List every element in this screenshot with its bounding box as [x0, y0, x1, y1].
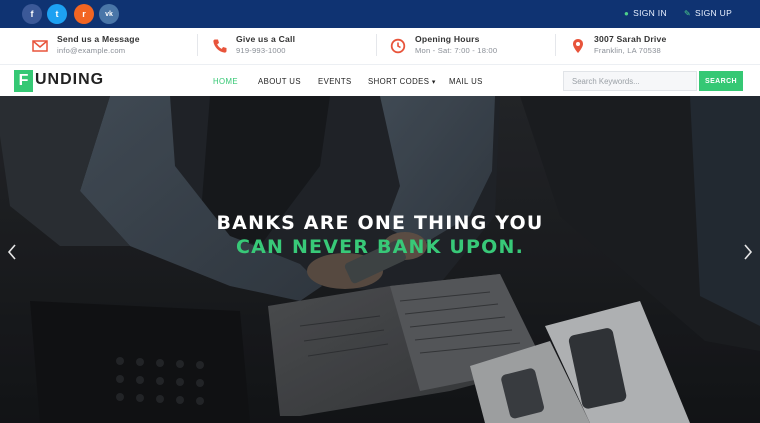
map-pin-icon	[573, 39, 583, 53]
sign-in-link[interactable]: ● SIGN IN	[624, 8, 667, 18]
phone-icon	[213, 39, 227, 53]
info-title: Opening Hours	[415, 34, 480, 44]
rss-icon[interactable]: r	[74, 4, 94, 24]
main-navbar: F UNDING HOME ABOUT US EVENTS SHORT CODE…	[0, 66, 760, 96]
info-subtitle: 919-993-1000	[236, 46, 286, 55]
info-title: 3007 Sarah Drive	[594, 34, 667, 44]
top-bar: f t r vk ● SIGN IN ✎ SIGN UP	[0, 0, 760, 28]
divider	[555, 34, 556, 56]
sign-up-link[interactable]: ✎ SIGN UP	[684, 8, 732, 18]
hero-title-line-2: CAN NEVER BANK UPON.	[235, 236, 525, 258]
user-icon: ●	[624, 8, 630, 18]
divider	[376, 34, 377, 56]
nav-mail-us[interactable]: MAIL US	[449, 77, 483, 86]
sign-up-label: SIGN UP	[695, 8, 733, 18]
facebook-icon[interactable]: f	[22, 4, 42, 24]
nav-events[interactable]: EVENTS	[318, 77, 352, 86]
sign-in-label: SIGN IN	[633, 8, 667, 18]
nav-about-us[interactable]: ABOUT US	[258, 77, 301, 86]
hero-title-line-1: BANKS ARE ONE THING YOU	[216, 212, 544, 234]
divider	[197, 34, 198, 56]
hero-background-image	[0, 96, 760, 423]
info-title: Send us a Message	[57, 34, 140, 44]
clock-icon	[390, 38, 406, 54]
info-title: Give us a Call	[236, 34, 296, 44]
info-subtitle: Franklin, LA 70538	[594, 46, 661, 55]
info-subtitle: info@example.com	[57, 46, 126, 55]
hero-slider: BANKS ARE ONE THING YOU CAN NEVER BANK U…	[0, 96, 760, 423]
search-input[interactable]	[563, 71, 697, 91]
search-button[interactable]: SEARCH	[699, 71, 743, 91]
logo-text: UNDING	[35, 71, 105, 88]
logo-mark: F	[14, 70, 33, 92]
chevron-down-icon: ▾	[431, 79, 436, 86]
nav-home[interactable]: HOME	[213, 77, 238, 86]
chevron-right-icon[interactable]	[741, 242, 755, 262]
envelope-icon	[32, 40, 48, 52]
vk-icon[interactable]: vk	[99, 4, 119, 24]
chevron-left-icon[interactable]	[5, 242, 19, 262]
nav-short-codes[interactable]: SHORT CODES ▾	[368, 77, 436, 86]
twitter-icon[interactable]: t	[47, 4, 67, 24]
contact-info-bar: Send us a Message info@example.com Give …	[0, 28, 760, 65]
nav-short-codes-label: SHORT CODES	[368, 77, 430, 86]
edit-icon: ✎	[684, 8, 692, 18]
info-subtitle: Mon - Sat: 7:00 - 18:00	[415, 46, 498, 55]
